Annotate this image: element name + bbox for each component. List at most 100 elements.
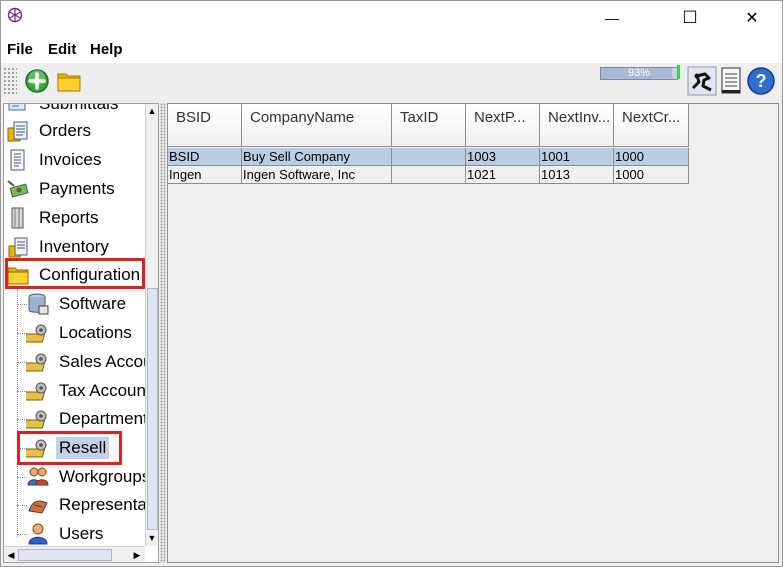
tree-item-invoices[interactable]: Invoices — [6, 146, 104, 174]
column-header-nextcr[interactable]: NextCr... — [614, 104, 689, 147]
tree-item-resell[interactable]: Resell — [26, 434, 110, 462]
tree-item-workgroups[interactable]: Workgroups — [26, 463, 145, 491]
menu-edit[interactable]: Edit — [48, 41, 76, 58]
tree-item-label: Tax Accounts — [59, 381, 145, 400]
payments-icon — [7, 180, 29, 198]
cell-nextp: 1003 — [466, 148, 540, 166]
split-pane-divider[interactable] — [160, 103, 166, 563]
minimize-icon: — — [605, 10, 619, 26]
column-header-taxid[interactable]: TaxID — [392, 104, 466, 147]
tree-item-label: Configuration — [39, 265, 141, 284]
scroll-down-arrow-icon[interactable]: ▼ — [146, 532, 158, 544]
tree-item-software[interactable]: Software — [26, 290, 129, 318]
progress-bar: 93% — [600, 67, 678, 80]
cell-nextinv: 1001 — [540, 148, 614, 166]
scroll-right-arrow-icon[interactable]: ▶ — [131, 549, 143, 561]
tree-item-locations[interactable]: Locations — [26, 319, 135, 347]
cell-companyname: Buy Sell Company — [242, 148, 392, 166]
table-row[interactable]: BSID Buy Sell Company 1003 1001 1000 — [168, 148, 689, 166]
gears-icon — [26, 353, 47, 372]
tree-horizontal-scroll-thumb[interactable] — [18, 549, 112, 561]
tree-item-label: Resell — [56, 437, 110, 459]
tree-item-users[interactable]: Users — [26, 520, 106, 546]
table-header: BSID CompanyName TaxID NextP... NextInv.… — [168, 104, 689, 147]
table-row[interactable]: Ingen Ingen Software, Inc 1021 1013 1000 — [168, 166, 689, 184]
close-button[interactable]: ✕ — [729, 1, 775, 35]
column-header-nextp[interactable]: NextP... — [466, 104, 540, 147]
gears-icon — [26, 324, 47, 343]
tree-item-label: Representatives — [59, 495, 145, 514]
tree-item-configuration[interactable]: Configuration — [6, 261, 143, 289]
application-window: — ☐ ✕ File Edit Help ? 93% Orders Invoic… — [0, 0, 783, 567]
tree-item-orders[interactable]: Orders — [6, 117, 94, 145]
tree-item-payments[interactable]: Payments — [6, 175, 118, 203]
tree-item-sales-accounts[interactable]: Sales Accounts — [26, 348, 145, 376]
orders-icon — [7, 121, 28, 142]
cell-taxid — [392, 148, 466, 166]
tree-item-departments[interactable]: Departments — [26, 405, 145, 433]
representatives-icon — [28, 500, 48, 514]
cell-nextp: 1021 — [466, 166, 540, 184]
cell-bsid: Ingen — [168, 166, 242, 184]
gears-icon — [26, 410, 47, 429]
cell-companyname: Ingen Software, Inc — [242, 166, 392, 184]
reports-icon — [11, 207, 24, 229]
inventory-icon — [8, 237, 28, 258]
invoices-icon — [10, 149, 25, 171]
progress-label: 93% — [627, 67, 651, 79]
configuration-folder-icon — [7, 267, 29, 285]
robot-icon[interactable] — [687, 66, 717, 96]
navigation-tree: Submittals Orders Invoices — [4, 104, 145, 546]
scroll-left-arrow-icon[interactable]: ◀ — [5, 549, 17, 561]
svg-text:?: ? — [756, 71, 767, 91]
close-icon: ✕ — [745, 10, 759, 27]
app-logo-icon — [7, 7, 23, 23]
tree-item-inventory[interactable]: Inventory — [6, 233, 112, 261]
tree-item-label: Inventory — [39, 237, 109, 256]
tree-item-label: Sales Accounts — [59, 352, 145, 371]
cell-nextcr: 1000 — [614, 166, 689, 184]
resell-table-panel: BSID CompanyName TaxID NextP... NextInv.… — [167, 103, 779, 563]
maximize-button[interactable]: ☐ — [667, 1, 713, 35]
tree-item-label: Reports — [39, 208, 99, 227]
menu-bar: File Edit Help — [1, 35, 782, 63]
navigation-tree-panel: Submittals Orders Invoices — [3, 103, 159, 563]
tree-item-label: Locations — [59, 323, 132, 342]
tree-item-submittals[interactable]: Submittals — [6, 104, 121, 118]
scroll-up-arrow-icon[interactable]: ▲ — [146, 105, 158, 117]
cell-taxid — [392, 166, 466, 184]
tree-item-label: Workgroups — [59, 467, 145, 486]
tree-vertical-scroll-thumb[interactable] — [147, 288, 158, 530]
tree-item-label: Payments — [39, 179, 115, 198]
column-header-companyname[interactable]: CompanyName — [242, 104, 392, 147]
column-header-nextinv[interactable]: NextInv... — [540, 104, 614, 147]
tree-item-label: Users — [59, 524, 104, 543]
tree-item-label: Invoices — [39, 150, 102, 169]
cell-nextinv: 1013 — [540, 166, 614, 184]
tree-vertical-scrollbar[interactable]: ▲ ▼ — [145, 104, 158, 546]
tree-item-reports[interactable]: Reports — [6, 204, 102, 232]
workgroups-icon — [27, 467, 49, 486]
submittals-icon — [8, 104, 26, 111]
minimize-button[interactable]: — — [589, 1, 635, 35]
tree-horizontal-scrollbar[interactable]: ◀ ▶ — [4, 546, 145, 562]
menu-file[interactable]: File — [7, 41, 33, 58]
menu-help[interactable]: Help — [90, 41, 123, 58]
tree-item-tax-accounts[interactable]: Tax Accounts — [26, 377, 145, 405]
title-bar: — ☐ ✕ — [1, 1, 782, 35]
tree-item-representatives[interactable]: Representatives — [26, 491, 145, 519]
maximize-icon: ☐ — [682, 8, 698, 27]
gears-icon — [26, 439, 47, 458]
progress-indicator — [677, 65, 680, 79]
tree-item-label: Departments — [59, 409, 145, 428]
help-icon[interactable]: ? — [746, 66, 776, 96]
column-header-bsid[interactable]: BSID — [168, 104, 242, 147]
notepad-icon[interactable] — [719, 66, 743, 96]
tree-item-label: Orders — [39, 121, 91, 140]
add-icon[interactable] — [23, 67, 51, 95]
users-icon — [28, 523, 48, 545]
folder-icon[interactable] — [55, 67, 83, 95]
software-icon — [28, 293, 49, 315]
toolbar-grip[interactable] — [3, 67, 17, 95]
tree-item-label: Submittals — [36, 104, 121, 115]
